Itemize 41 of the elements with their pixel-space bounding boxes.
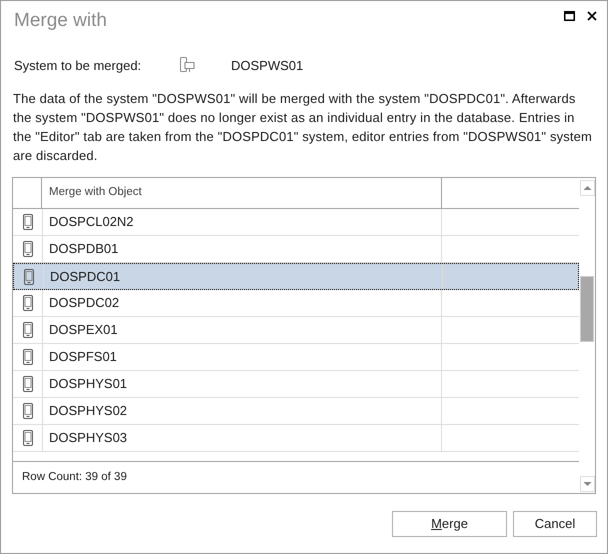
scroll-thumb[interactable] (580, 276, 594, 342)
table-cell-text: DOSPDC01 (50, 268, 120, 286)
table-cell-text: DOSPFS01 (49, 348, 117, 366)
table-cell-text: DOSPHYS01 (49, 375, 128, 394)
table-cell-text: DOSPDB01 (49, 240, 118, 258)
merge-button[interactable]: Merge (392, 511, 507, 537)
table-row[interactable]: DOSPHYS02 (13, 398, 579, 425)
table-cell-text: DOSPHYS03 (49, 429, 128, 448)
table-cell-text: DOSPEX01 (49, 321, 118, 340)
maximize-icon[interactable] (564, 11, 575, 21)
scrollbar[interactable] (579, 178, 595, 493)
row-count: Row Count: 39 of 39 (22, 470, 127, 485)
table-row[interactable]: DOSPDC02 (13, 290, 579, 317)
phone-icon (22, 214, 32, 230)
table-row[interactable]: DOSPEX01 (13, 317, 579, 344)
table-row[interactable]: DOSPCL02N2 (13, 209, 579, 236)
close-icon[interactable] (587, 11, 597, 21)
system-label: System to be merged: (14, 56, 142, 75)
scroll-down-icon[interactable] (580, 476, 594, 492)
table-row[interactable]: DOSPHYS03 (13, 425, 579, 452)
phone-icon (22, 403, 32, 419)
table-cell-text: DOSPDC02 (49, 294, 120, 312)
computer-icon (179, 57, 195, 74)
table-row[interactable]: DOSPDC01 (13, 263, 579, 290)
table-row[interactable]: DOSPHYS01 (13, 371, 579, 398)
system-name: DOSPWS01 (231, 56, 304, 74)
window-title: Merge with (14, 9, 107, 33)
description-text: The data of the system "DOSPWS01" will be merged with the system "DOSPDC01". Afterwards the system "DOSPWS01" does no longer exist as an individual entry in the database. Entries in the "Editor" tab are taken from the "DOSPDC01" system, editor entries from "DOSPWS01" system are discarded. (12, 90, 594, 165)
table-row[interactable]: DOSPFS01 (13, 344, 579, 371)
scroll-up-icon[interactable] (580, 180, 594, 196)
column-header[interactable]: Merge with Object (42, 178, 442, 208)
phone-icon (22, 295, 32, 311)
table-cell-text: DOSPCL02N2 (49, 213, 134, 232)
phone-icon (22, 349, 32, 365)
cancel-button[interactable]: Cancel (513, 511, 597, 537)
table-cell-text: DOSPHYS02 (49, 402, 128, 420)
phone-icon (22, 376, 32, 392)
phone-icon (22, 322, 32, 338)
phone-icon (24, 268, 34, 284)
phone-icon (22, 241, 32, 257)
phone-icon (22, 430, 32, 446)
